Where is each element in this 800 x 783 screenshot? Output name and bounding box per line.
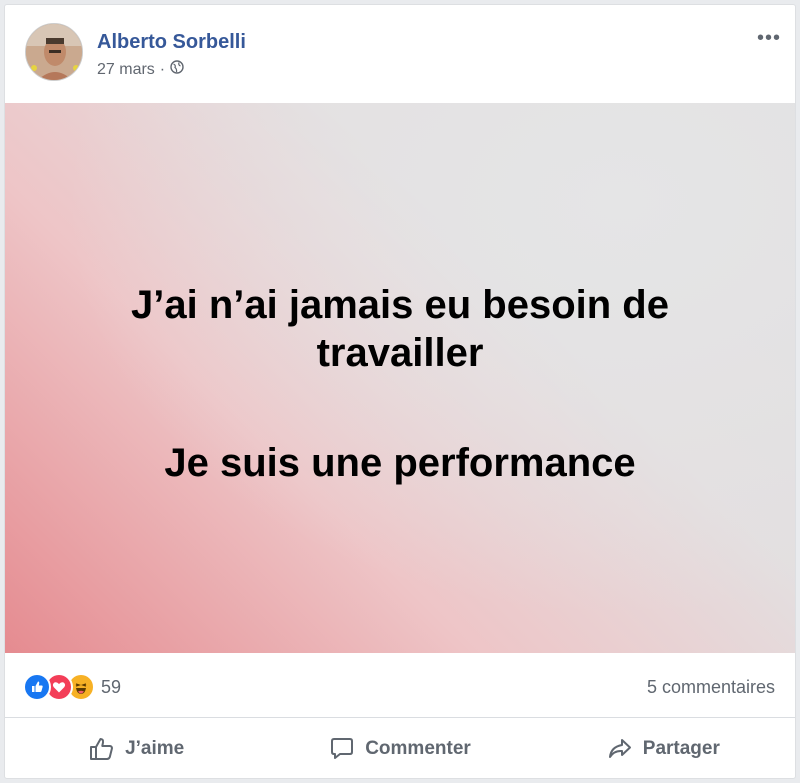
thumbs-up-icon <box>90 738 114 760</box>
post-header: Alberto Sorbelli 27 mars · ••• <box>5 5 795 103</box>
post-text-line-1: J’ai n’ai jamais eu besoin de travailler <box>131 283 669 375</box>
globe-icon[interactable] <box>170 60 184 79</box>
post-meta: 27 mars · <box>97 60 184 79</box>
share-button-label: Partager <box>642 738 720 759</box>
post-stats: 59 5 commentaires <box>5 655 795 718</box>
like-icon <box>23 673 51 701</box>
meta-separator: · <box>159 60 166 78</box>
post-actions: J’aime Commenter Partager <box>5 719 795 779</box>
like-button-label: J’aime <box>125 738 185 759</box>
share-button[interactable]: Partager <box>532 719 795 779</box>
post-text-line-2: Je suis une performance <box>164 441 636 485</box>
avatar[interactable] <box>25 23 83 81</box>
reaction-count: 59 <box>101 676 122 697</box>
more-options-icon[interactable]: ••• <box>757 27 781 50</box>
avatar-image <box>26 24 82 80</box>
comment-button-label: Commenter <box>365 738 471 759</box>
author-name[interactable]: Alberto Sorbelli <box>97 31 246 54</box>
like-button[interactable]: J’aime <box>5 719 268 779</box>
share-icon <box>608 739 631 758</box>
comments-count-link[interactable]: 5 commentaires <box>647 677 775 698</box>
comment-icon <box>331 738 354 759</box>
comment-button[interactable]: Commenter <box>268 719 531 779</box>
post-card: Alberto Sorbelli 27 mars · ••• J’ai n’ai… <box>4 4 796 779</box>
post-background-text: J’ai n’ai jamais eu besoin de travailler… <box>5 103 795 653</box>
reactions-summary[interactable]: 59 <box>23 673 121 701</box>
post-date[interactable]: 27 mars <box>97 61 155 79</box>
